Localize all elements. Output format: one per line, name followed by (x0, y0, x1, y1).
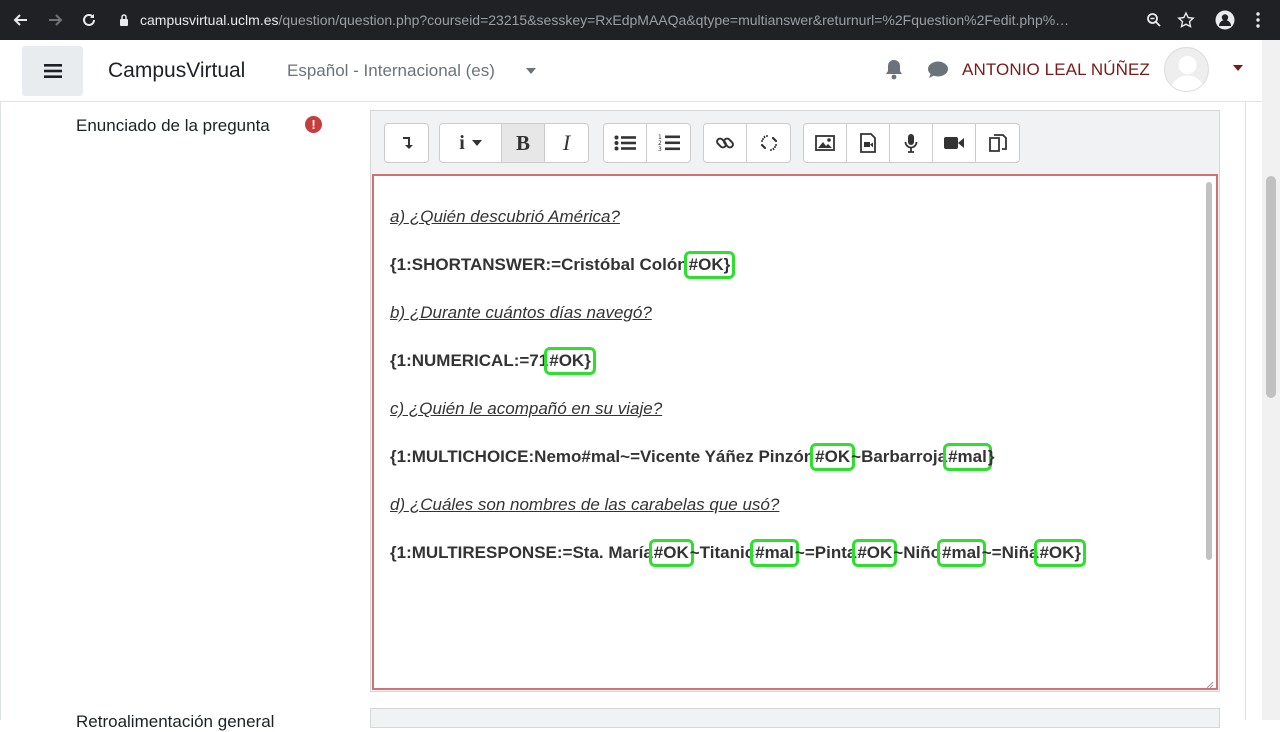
cloze-text: {1:MULTIRESPONSE:=Sta. María (390, 543, 653, 562)
browser-toolbar: campusvirtual.uclm.es/question/question.… (0, 0, 1280, 40)
collapse-icon[interactable] (385, 124, 428, 162)
general-feedback-editor[interactable] (370, 708, 1220, 728)
question-line: b) ¿Durante cuántos días navegó? (390, 303, 652, 322)
record-video-icon[interactable] (933, 124, 976, 162)
italic-label: I (562, 130, 571, 155)
cloze-text: {1:NUMERICAL:=71 (390, 351, 549, 370)
editor-scroll-thumb[interactable] (1206, 182, 1212, 560)
page-border-right (1245, 102, 1246, 720)
toolbar-group-media (803, 123, 1020, 163)
messages-icon[interactable] (927, 60, 949, 85)
url-host: campusvirtual.uclm.es (140, 12, 279, 28)
cloze-text: ~=Niña (981, 543, 1039, 562)
cloze-text: ~Titanic (689, 543, 755, 562)
image-icon[interactable] (804, 124, 847, 162)
back-icon[interactable] (10, 9, 32, 31)
highlighted-feedback: #OK (852, 539, 898, 567)
cloze-answer-line: {1:MULTICHOICE:Nemo#mal~=Vicente Yáñez P… (390, 443, 995, 471)
profile-icon[interactable] (1214, 9, 1236, 31)
resize-grip-icon[interactable] (1204, 676, 1214, 689)
question-text-editor[interactable]: a) ¿Quién descubrió América? {1:SHORTANSW… (372, 174, 1218, 690)
url-path: /question/question.php?courseid=23215&se… (278, 12, 1070, 28)
question-text-label: Enunciado de la pregunta (76, 116, 270, 135)
cloze-answer-line: {1:MULTIRESPONSE:=Sta. María#OK~Titanic#… (390, 539, 1086, 567)
site-header: CampusVirtual Español - Internacional (e… (0, 40, 1262, 102)
record-audio-icon[interactable] (890, 124, 933, 162)
notification-bell-icon[interactable] (884, 58, 904, 85)
question-line: d) ¿Cuáles son nombres de las carabelas … (390, 495, 780, 514)
unlink-icon[interactable] (747, 124, 790, 162)
highlighted-feedback: #mal (937, 539, 986, 567)
highlighted-feedback: #OK} (544, 347, 596, 375)
toolbar-group-style: i B I (439, 123, 589, 163)
browser-menu-icon[interactable] (1247, 9, 1269, 31)
info-icon[interactable]: i (440, 124, 502, 162)
media-icon[interactable] (847, 124, 890, 162)
bookmark-star-icon[interactable] (1175, 9, 1197, 31)
question-line: a) ¿Quién descubrió América? (390, 207, 620, 226)
user-name[interactable]: ANTONIO LEAL NÚÑEZ (962, 60, 1150, 80)
toolbar-group-lists: 123 (603, 123, 691, 163)
manage-files-icon[interactable] (976, 124, 1019, 162)
page-scrollbar[interactable] (1262, 40, 1280, 720)
ordered-list-icon[interactable]: 123 (647, 124, 690, 162)
url-text: campusvirtual.uclm.es/question/question.… (140, 12, 1120, 28)
reload-icon[interactable] (78, 9, 100, 31)
hamburger-icon (43, 64, 62, 78)
svg-text:3: 3 (658, 146, 662, 152)
required-icon: ! (305, 116, 322, 133)
page-border-left (0, 102, 1, 720)
cloze-answer-line: {1:SHORTANSWER:=Cristóbal Colón#OK} (390, 251, 736, 279)
toolbar-group-collapse (384, 123, 429, 163)
cloze-text: ~Niño (893, 543, 941, 562)
cloze-text: ~=Pinta (794, 543, 857, 562)
site-brand[interactable]: CampusVirtual (108, 59, 245, 83)
language-selector[interactable]: Español - Internacional (es) (287, 61, 495, 81)
cloze-text: ~Barbarroja (851, 447, 948, 466)
highlighted-feedback: #OK (810, 443, 856, 471)
highlighted-feedback: #mal (750, 539, 799, 567)
highlighted-feedback: #OK (648, 539, 694, 567)
unordered-list-icon[interactable] (604, 124, 647, 162)
hamburger-menu-button[interactable] (22, 46, 83, 96)
cloze-answer-line: {1:NUMERICAL:=71#OK} (390, 347, 596, 375)
user-menu-caret-icon[interactable] (1233, 65, 1243, 71)
atto-editor: i B I 123 a) ¿Quién descubrió América? {… (370, 110, 1220, 692)
avatar[interactable] (1164, 47, 1209, 92)
highlighted-feedback: #OK} (1034, 539, 1086, 567)
forward-icon[interactable] (44, 9, 66, 31)
editor-toolbar: i B I 123 (371, 111, 1219, 175)
italic-icon[interactable]: I (545, 124, 588, 162)
lock-icon (116, 14, 132, 26)
highlighted-feedback: #mal (943, 443, 992, 471)
highlighted-feedback: #OK} (683, 251, 736, 279)
question-line: c) ¿Quién le acompañó en su viaje? (390, 399, 663, 418)
bold-icon[interactable]: B (502, 124, 545, 162)
link-icon[interactable] (704, 124, 747, 162)
general-feedback-label: Retroalimentación general (76, 712, 275, 731)
zoom-icon[interactable] (1143, 9, 1165, 31)
info-label: i (459, 131, 465, 154)
language-caret-icon[interactable] (526, 68, 536, 74)
bold-label: B (515, 130, 530, 155)
toolbar-group-links (703, 123, 791, 163)
page-scroll-thumb[interactable] (1266, 176, 1276, 398)
cloze-text: } (987, 447, 995, 466)
address-bar[interactable]: campusvirtual.uclm.es/question/question.… (108, 5, 1208, 35)
cloze-text: {1:MULTICHOICE:Nemo#mal~=Vicente Yáñez P… (390, 447, 815, 466)
cloze-text: {1:SHORTANSWER:=Cristóbal Colón (390, 255, 688, 274)
